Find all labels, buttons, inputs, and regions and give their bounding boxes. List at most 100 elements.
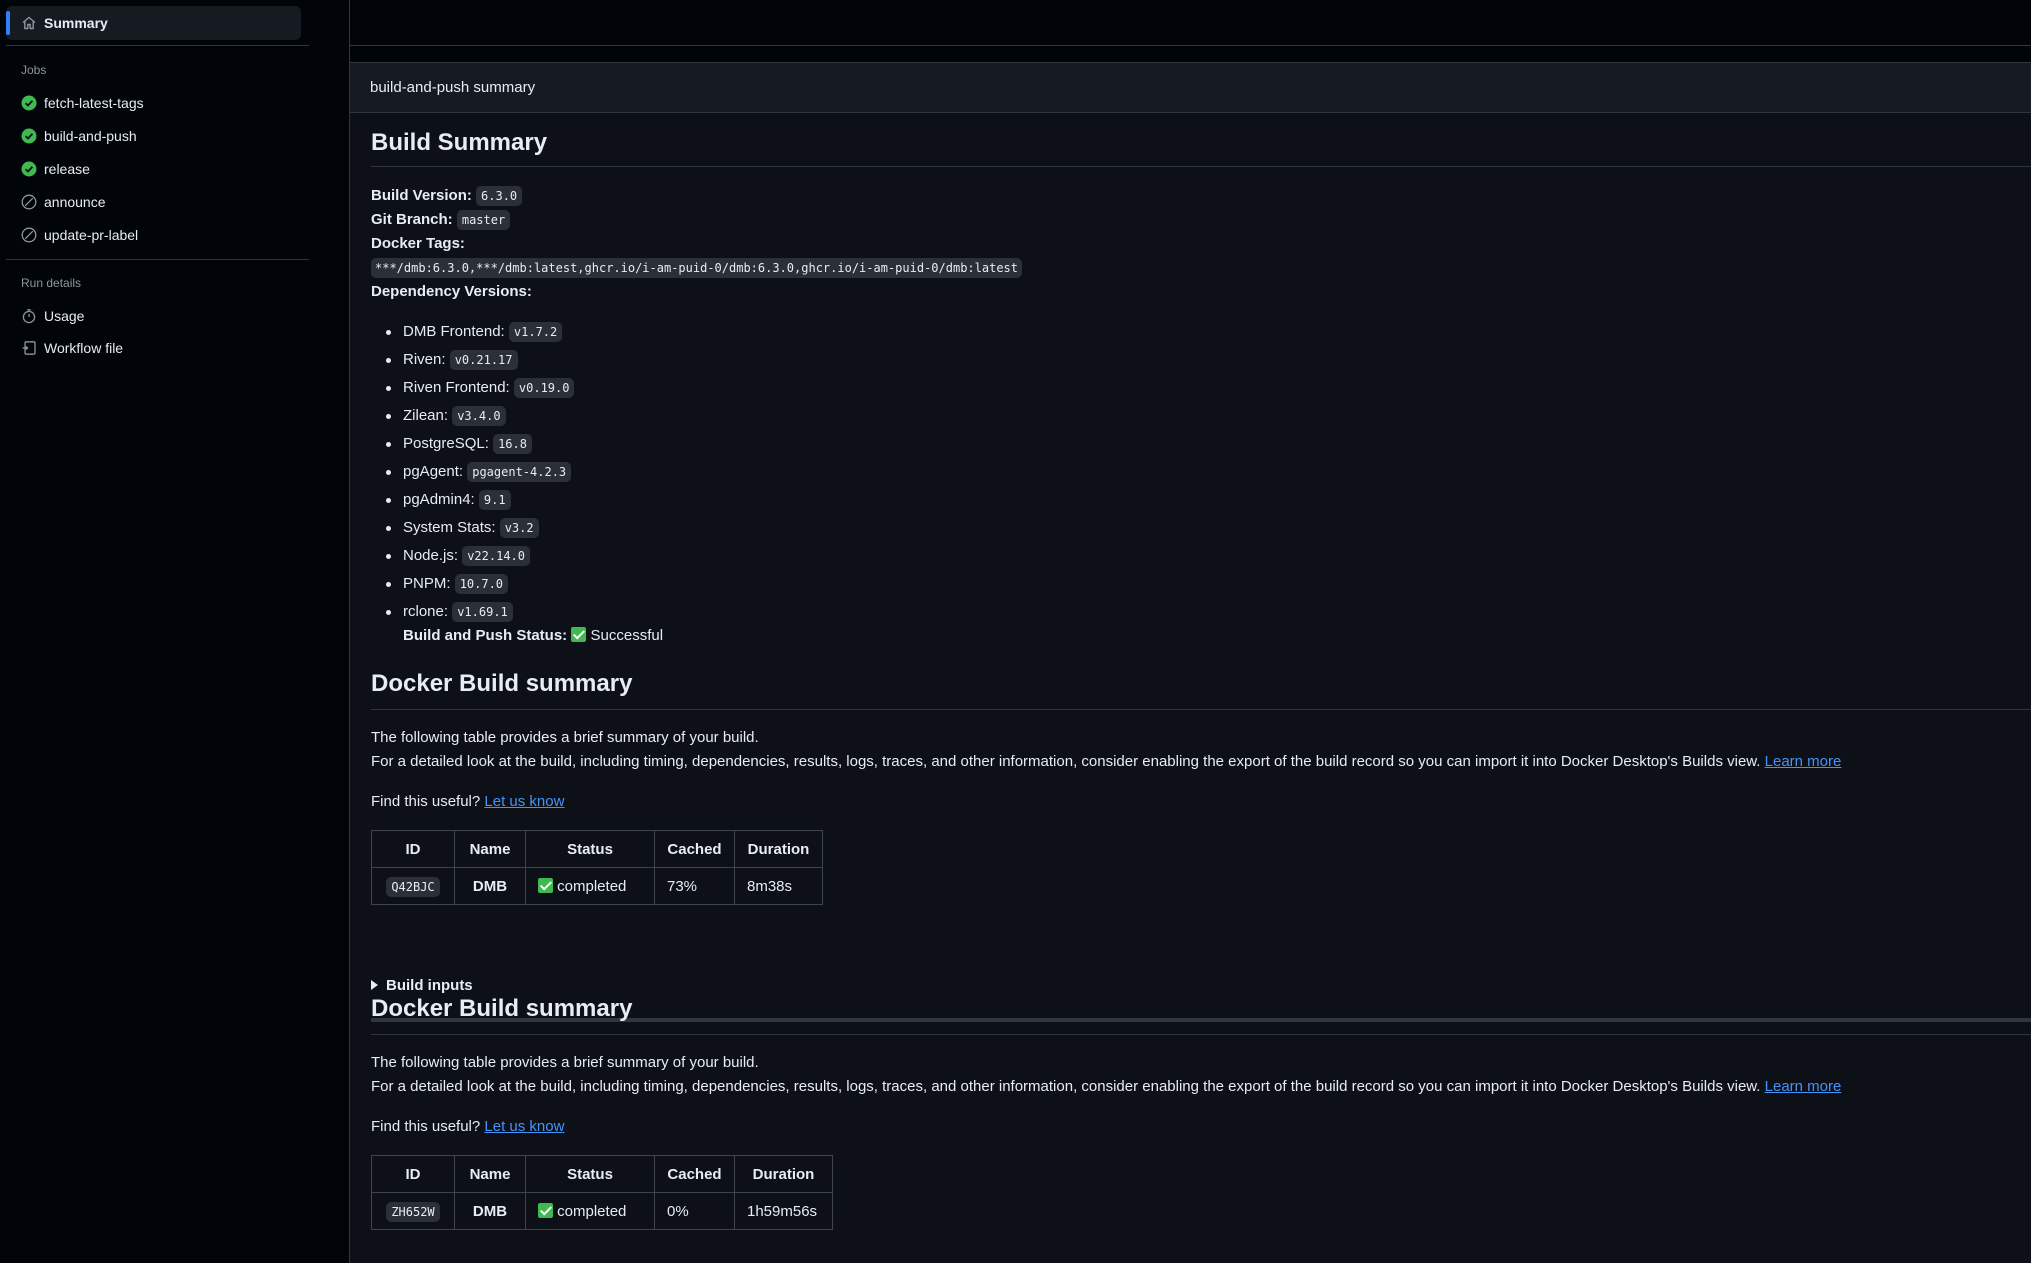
- sidebar-item-workflow-file[interactable]: Workflow file: [6, 333, 301, 363]
- cell-duration: 1h59m56s: [734, 1192, 833, 1230]
- dep-name: PostgreSQL:: [403, 435, 489, 452]
- col-cached: Cached: [654, 1155, 735, 1193]
- run-details-section-title: Run details: [21, 276, 82, 290]
- dep-version: 10.7.0: [454, 574, 509, 594]
- status-text: completed: [557, 1202, 627, 1220]
- dep-version: v0.21.17: [449, 350, 518, 370]
- dep-version: pgagent-4.2.3: [467, 462, 572, 482]
- divider: [6, 259, 309, 260]
- feedback-line: Find this useful? Let us know: [371, 793, 564, 810]
- success-check-icon: [21, 161, 37, 177]
- job-label: announce: [44, 194, 106, 210]
- sidebar-item-summary[interactable]: Summary: [6, 6, 301, 40]
- success-check-icon: [538, 1202, 553, 1218]
- sidebar-job-announce[interactable]: announce: [6, 187, 301, 217]
- dep-version: v0.19.0: [513, 378, 575, 398]
- job-label: release: [44, 161, 90, 177]
- jobs-section-title: Jobs: [21, 63, 47, 77]
- table-row: ZH652W DMB completed 0% 1h59m56s: [371, 1192, 833, 1230]
- workflow-file-icon: [22, 341, 36, 355]
- build-id: ZH652W: [386, 1201, 440, 1222]
- sidebar-item-label: Workflow file: [44, 340, 124, 356]
- cell-cached: 0%: [654, 1192, 735, 1230]
- success-check-icon: [21, 95, 37, 111]
- feedback-line: Find this useful? Let us know: [371, 1118, 564, 1135]
- cell-cached: 73%: [654, 867, 735, 905]
- docker-summary-heading: Docker Build summary: [371, 670, 633, 697]
- let-us-know-link[interactable]: Let us know: [484, 793, 564, 810]
- panel-header: build-and-push summary: [350, 63, 2031, 113]
- main-border: [349, 0, 350, 1237]
- build-table: ID Name Status Cached Duration ZH652W DM…: [371, 1155, 833, 1230]
- sidebar-job-fetch-latest-tags[interactable]: fetch-latest-tags: [6, 88, 301, 118]
- status-text: completed: [557, 877, 627, 895]
- let-us-know-link[interactable]: Let us know: [484, 1118, 564, 1135]
- table-header-row: ID Name Status Cached Duration: [371, 830, 823, 868]
- docker-summary-detail: For a detailed look at the build, includ…: [371, 753, 1841, 770]
- dep-name: System Stats:: [403, 519, 496, 536]
- heading-rule: [371, 1034, 2031, 1035]
- job-label: build-and-push: [44, 128, 137, 144]
- dep-version: v22.14.0: [462, 546, 530, 566]
- detail-text: For a detailed look at the build, includ…: [371, 753, 1761, 770]
- sidebar-job-update-pr-label[interactable]: update-pr-label: [6, 220, 301, 250]
- build-version-line: Build Version: 6.3.0: [371, 186, 523, 206]
- job-label: update-pr-label: [44, 227, 139, 243]
- col-duration: Duration: [734, 1155, 833, 1193]
- success-check-icon: [21, 128, 37, 144]
- dep-name: DMB Frontend:: [403, 323, 505, 340]
- git-branch-label: Git Branch:: [371, 211, 453, 228]
- learn-more-link[interactable]: Learn more: [1765, 753, 1842, 770]
- sidebar-item-label: Usage: [44, 308, 85, 324]
- dep-name: pgAdmin4:: [403, 491, 475, 508]
- dependency-versions-label-text: Dependency Versions:: [371, 283, 532, 300]
- col-name: Name: [454, 830, 526, 868]
- heading-rule: [371, 166, 2031, 167]
- sidebar-job-release[interactable]: release: [6, 154, 301, 184]
- job-summary-panel: build-and-push summary Build Summary Bui…: [349, 62, 2031, 1263]
- cell-duration: 8m38s: [734, 867, 823, 905]
- cell-name: DMB: [454, 867, 526, 905]
- stopwatch-icon: [22, 309, 36, 324]
- sidebar-job-build-and-push[interactable]: build-and-push: [6, 121, 301, 151]
- cell-status: completed: [525, 1192, 655, 1230]
- dep-name: rclone:: [403, 603, 449, 620]
- job-label: fetch-latest-tags: [44, 95, 144, 111]
- col-duration: Duration: [734, 830, 823, 868]
- build-inputs-label: Build inputs: [386, 977, 473, 994]
- docker-tags-label-text: Docker Tags:: [371, 235, 465, 252]
- dep-name: Riven Frontend:: [403, 379, 510, 396]
- cell-id: Q42BJC: [371, 867, 455, 905]
- success-check-icon: [538, 877, 553, 893]
- learn-more-link[interactable]: Learn more: [1765, 1078, 1842, 1095]
- cell-name: DMB: [454, 1192, 526, 1230]
- col-status: Status: [525, 1155, 655, 1193]
- sidebar-item-usage[interactable]: Usage: [6, 301, 301, 331]
- skipped-icon: [21, 227, 37, 243]
- detail-text: For a detailed look at the build, includ…: [371, 1078, 1761, 1095]
- table-row: Q42BJC DMB completed 73% 8m38s: [371, 867, 823, 905]
- table-header-row: ID Name Status Cached Duration: [371, 1155, 833, 1193]
- caret-right-icon: [371, 980, 378, 990]
- dep-name: pgAgent:: [403, 463, 464, 480]
- panel-title: build-and-push summary: [370, 79, 536, 96]
- docker-summary-heading: Docker Build summary: [371, 995, 633, 1022]
- build-inputs-toggle[interactable]: Build inputs: [371, 977, 473, 994]
- dep-version: v3.2: [499, 518, 539, 538]
- col-id: ID: [371, 1155, 455, 1193]
- home-icon: [22, 16, 36, 30]
- dep-name: PNPM:: [403, 575, 451, 592]
- cell-status: completed: [525, 867, 655, 905]
- col-name: Name: [454, 1155, 526, 1193]
- cell-id: ZH652W: [371, 1192, 455, 1230]
- active-indicator: [6, 11, 10, 35]
- sidebar-item-label: Summary: [44, 15, 108, 31]
- git-branch-value: master: [456, 210, 511, 230]
- dep-name: Riven:: [403, 351, 446, 368]
- docker-summary-intro: The following table provides a brief sum…: [371, 729, 759, 746]
- feedback-prompt: Find this useful?: [371, 1118, 481, 1135]
- dep-name: Zilean:: [403, 407, 449, 424]
- sidebar: Summary Jobs fetch-latest-tags build-and…: [0, 0, 349, 1237]
- docker-summary-detail: For a detailed look at the build, includ…: [371, 1078, 1841, 1095]
- build-version-value: 6.3.0: [476, 186, 523, 206]
